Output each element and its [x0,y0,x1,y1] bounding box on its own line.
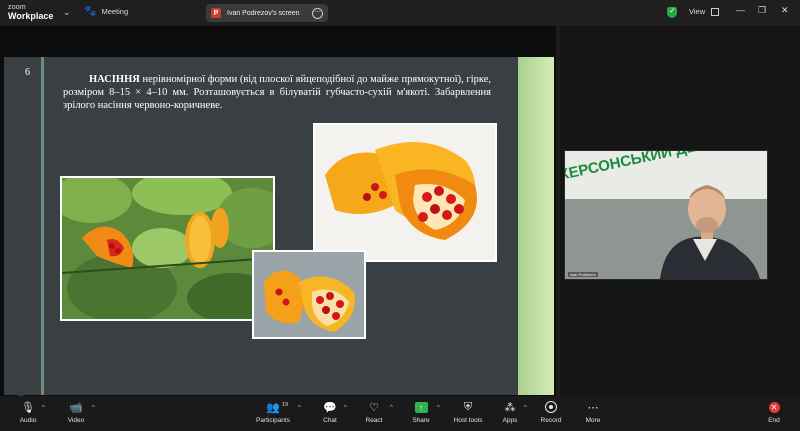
meeting-toolbar: 🎙 Audio ^ 📹 Video ^ 👥 Participants 19 ^ … [0,396,800,431]
close-icon[interactable]: ✕ [781,5,789,16]
brand-line-2: Workplace [8,11,54,21]
more-label: More [585,417,601,424]
share-caret-icon[interactable]: ^ [437,405,440,411]
participants-label: Participants [256,417,290,424]
audio-button[interactable]: 🎙 Audio [16,399,40,425]
share-label: Share [412,417,430,424]
share-arrow-icon: ↑ [414,401,428,413]
audio-label: Audio [19,417,37,424]
slide-number: 6 [25,67,30,78]
participant-video[interactable]: ХЕРСОНСЬКИЙ ДЕРЖАВНИЙ АГРАРНО-ЕКОНОМІЧНИ… [564,150,768,280]
shield-star-icon: ⛨ [463,400,473,413]
audio-caret-icon[interactable]: ^ [42,405,45,411]
photo-plant-vine [60,176,275,321]
more-button[interactable]: ⋯ More [581,399,605,425]
chat-label: Chat [323,417,337,424]
view-label: View [689,7,706,16]
slide-green-stripe [518,57,554,395]
record-label: Record [540,417,562,424]
mic-icon: 🎙 [21,401,35,414]
chevron-down-icon[interactable]: ⌄ [63,7,71,18]
slide-body-text: НАСІННЯ нерівномірної форми (від плоскої… [63,73,491,112]
host-tools-button[interactable]: ⛨ Host tools [452,399,484,425]
end-button[interactable]: ✕ End [762,399,786,424]
share-button[interactable]: ↑ Share [409,399,433,424]
grid-icon [711,7,720,16]
screen-share-indicator[interactable]: P Ivan Podrezov's screen ⋯ [206,4,328,22]
apps-button[interactable]: ⁂ Apps [498,399,522,425]
restore-icon[interactable]: ❐ [758,5,766,16]
view-button[interactable]: View [689,7,720,16]
video-caret-icon[interactable]: ^ [92,405,95,411]
minimize-icon[interactable]: — [736,5,745,15]
end-label: End [768,417,780,424]
camera-icon: 📹 [69,401,83,414]
react-caret-icon[interactable]: ^ [390,405,393,411]
video-button[interactable]: 📹 Video [64,399,88,425]
zoom-logo[interactable]: zoom Workplace [8,3,53,21]
powerpoint-icon: P [211,8,221,18]
chat-bubble-icon: 💬 [323,401,337,414]
video-panel: ХЕРСОНСЬКИЙ ДЕРЖАВНИЙ АГРАРНО-ЕКОНОМІЧНИ… [560,26,800,396]
apps-icon: ⁂ [504,401,516,414]
record-icon [545,401,557,413]
chat-caret-icon[interactable]: ^ [344,405,347,411]
video-label: Video [67,417,85,424]
ellipsis-icon[interactable]: ⋯ [312,7,323,19]
photo-open-fruit-seeds [313,123,497,262]
end-x-icon: ✕ [768,401,780,413]
presentation-slide: 6 НАСІННЯ нерівномірної форми (від плоск… [4,57,554,395]
more-dots-icon: ⋯ [587,401,599,414]
heart-icon: ♡ [369,401,379,414]
photo-split-fruit [252,250,366,339]
apps-label: Apps [502,417,518,424]
meeting-label: Meeting [101,7,129,16]
chat-button[interactable]: 💬 Chat [318,399,342,425]
record-button[interactable]: Record [538,399,564,424]
participants-count: 19 [282,402,289,408]
host-tools-label: Host tools [453,417,483,424]
react-button[interactable]: ♡ React [362,399,386,425]
participants-caret-icon[interactable]: ^ [298,405,301,411]
shield-icon[interactable] [667,6,677,18]
paw-icon: 🐾 [84,6,97,17]
meeting-menu[interactable]: 🐾 Meeting [84,6,128,17]
participant-name: Ivan Podrezov [568,272,598,277]
apps-caret-icon[interactable]: ^ [524,405,527,411]
react-label: React [365,417,383,424]
shared-screen: 6 НАСІННЯ нерівномірної форми (від плоск… [0,26,556,411]
zoom-window: zoom Workplace ⌄ 🐾 Meeting P Ivan Podrez… [0,0,800,431]
share-pill-text: Ivan Podrezov's screen [227,9,300,17]
title-bar: zoom Workplace ⌄ 🐾 Meeting P Ivan Podrez… [0,0,800,26]
slide-heading-word: НАСІННЯ [89,74,140,85]
slide-divider [41,57,44,395]
